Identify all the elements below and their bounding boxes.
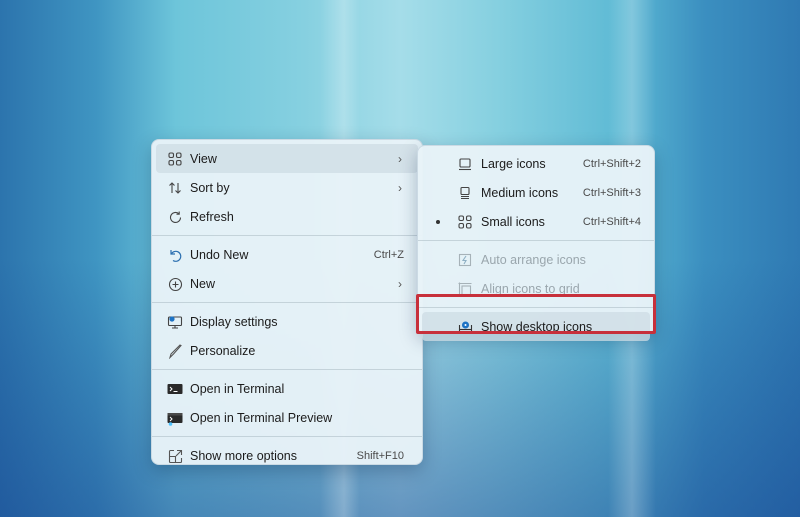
desktop-context-menu: View › Sort by › Refresh Undo New Ctrl+Z… [151, 139, 423, 465]
menu-item-label: Open in Terminal [190, 381, 285, 396]
shortcut-text: Ctrl+Z [373, 248, 404, 261]
chevron-right-icon: › [398, 151, 402, 166]
submenu-item-align-to-grid[interactable]: Align icons to grid [422, 274, 650, 303]
medium-icons-icon [457, 185, 473, 201]
menu-item-undo-new[interactable]: Undo New Ctrl+Z [156, 240, 418, 269]
menu-item-open-in-terminal-preview[interactable]: Open in Terminal Preview [156, 403, 418, 432]
menu-item-label: Align icons to grid [481, 281, 580, 296]
menu-item-label: New [190, 276, 216, 291]
chevron-right-icon: › [398, 180, 402, 195]
menu-item-sort-by[interactable]: Sort by › [156, 173, 418, 202]
menu-item-label: Open in Terminal Preview [190, 410, 333, 425]
menu-item-display-settings[interactable]: Display settings [156, 307, 418, 336]
terminal-icon [167, 381, 183, 397]
large-icons-icon [457, 156, 473, 172]
shortcut-text: Ctrl+Shift+4 [582, 215, 641, 228]
view-submenu: Large icons Ctrl+Shift+2 Medium icons Ct… [417, 145, 655, 341]
menu-item-personalize[interactable]: Personalize [156, 336, 418, 365]
menu-separator [418, 240, 654, 241]
small-icons-icon [457, 214, 473, 230]
menu-separator [152, 369, 422, 370]
grid-icon [167, 151, 183, 167]
menu-item-show-more-options[interactable]: Show more options Shift+F10 [156, 441, 418, 470]
menu-separator [152, 235, 422, 236]
auto-arrange-icon [457, 252, 473, 268]
terminal-preview-icon [167, 410, 183, 426]
open-external-icon [167, 448, 183, 464]
menu-item-label: Sort by [190, 180, 230, 195]
menu-item-open-in-terminal[interactable]: Open in Terminal [156, 374, 418, 403]
submenu-item-large-icons[interactable]: Large icons Ctrl+Shift+2 [422, 149, 650, 178]
menu-item-label: Large icons [481, 156, 546, 171]
menu-item-label: Show more options [190, 448, 298, 463]
menu-item-view[interactable]: View › [156, 144, 418, 173]
menu-separator [152, 302, 422, 303]
chevron-right-icon: › [398, 276, 402, 291]
menu-item-label: Auto arrange icons [481, 252, 586, 267]
shortcut-text: Shift+F10 [356, 449, 404, 462]
align-grid-icon [457, 281, 473, 297]
menu-item-label: Show desktop icons [481, 319, 593, 334]
submenu-item-auto-arrange[interactable]: Auto arrange icons [422, 245, 650, 274]
menu-item-label: Display settings [190, 314, 278, 329]
shortcut-text: Ctrl+Shift+3 [582, 186, 641, 199]
menu-item-new[interactable]: New › [156, 269, 418, 298]
submenu-item-small-icons[interactable]: Small icons Ctrl+Shift+4 [422, 207, 650, 236]
submenu-item-show-desktop-icons[interactable]: Show desktop icons [422, 312, 650, 341]
shortcut-text: Ctrl+Shift+2 [582, 157, 641, 170]
undo-icon [167, 247, 183, 263]
plus-circle-icon [167, 276, 183, 292]
menu-separator [152, 436, 422, 437]
refresh-icon [167, 209, 183, 225]
sort-arrows-icon [167, 180, 183, 196]
display-settings-icon [167, 314, 183, 330]
menu-item-label: Personalize [190, 343, 256, 358]
menu-separator [418, 307, 654, 308]
menu-item-label: View [190, 151, 217, 166]
show-desktop-icon [457, 319, 473, 335]
menu-item-label: Refresh [190, 209, 234, 224]
menu-item-label: Undo New [190, 247, 249, 262]
menu-item-label: Small icons [481, 214, 545, 229]
menu-item-label: Medium icons [481, 185, 559, 200]
selected-bullet-icon [436, 220, 440, 224]
menu-item-refresh[interactable]: Refresh [156, 202, 418, 231]
submenu-item-medium-icons[interactable]: Medium icons Ctrl+Shift+3 [422, 178, 650, 207]
brush-icon [167, 343, 183, 359]
